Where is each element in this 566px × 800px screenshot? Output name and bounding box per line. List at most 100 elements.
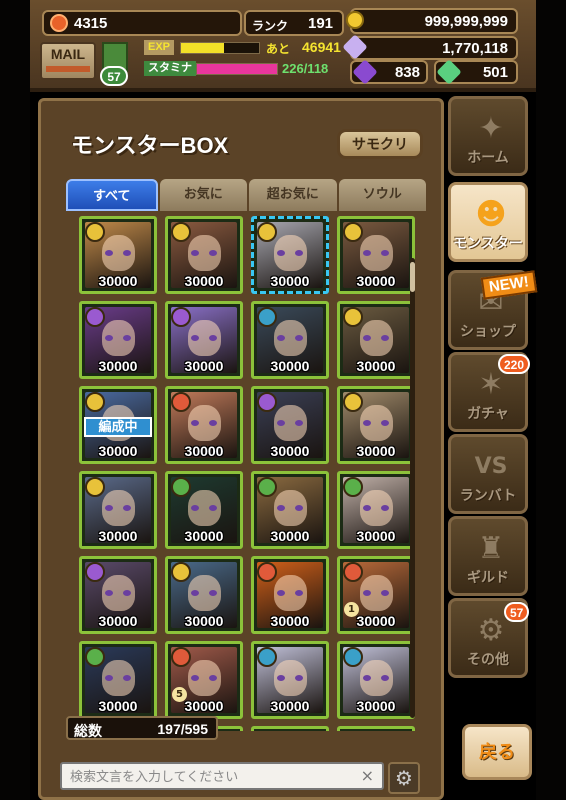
card-value: 30000 <box>184 698 224 714</box>
card-value: 30000 <box>356 613 396 629</box>
card-value: 30000 <box>356 528 396 544</box>
monster-card[interactable]: 30000 <box>165 556 243 634</box>
card-value: 30000 <box>184 358 224 374</box>
clear-icon[interactable]: × <box>361 766 374 785</box>
monster-card[interactable]: 30000 <box>251 471 329 549</box>
crystal-count: 1,770,118 <box>442 40 508 57</box>
guild-castle-icon: ♜ <box>477 531 505 566</box>
game-screen: 4315 ランク 191 999,999,999 1,770,118 838 5… <box>0 0 566 800</box>
monster-card[interactable]: 30000 <box>79 556 157 634</box>
tab-all[interactable]: すべて <box>66 179 158 211</box>
monster-card[interactable]: 30000 <box>251 386 329 464</box>
monster-card[interactable] <box>251 726 329 731</box>
monster-eyes <box>276 504 304 511</box>
monster-card[interactable]: 30000 <box>251 216 329 294</box>
card-value: 30000 <box>98 613 138 629</box>
card-value: 30000 <box>98 273 138 289</box>
nav-gacha-label: ガチャ <box>467 405 509 421</box>
tab-super-favorites[interactable]: 超お気に <box>249 179 337 211</box>
card-value: 30000 <box>98 443 138 459</box>
monster-eyes <box>190 334 218 341</box>
settings-gear-icon[interactable]: ⚙ <box>388 762 420 794</box>
card-value: 30000 <box>184 528 224 544</box>
home-icon: ✦ <box>478 111 504 146</box>
purple-gem-panel: 838 <box>350 59 428 85</box>
monster-card[interactable]: 30000 <box>337 386 415 464</box>
rank-value: 191 <box>308 15 334 32</box>
grid-scrollbar[interactable] <box>410 258 415 718</box>
monster-eyes <box>362 249 390 256</box>
monster-card[interactable]: 30000 <box>165 471 243 549</box>
monster-card[interactable]: 5 30000 <box>165 641 243 719</box>
nav-guild[interactable]: ♜ ギルド <box>448 516 528 596</box>
monster-card[interactable]: 30000 <box>251 641 329 719</box>
element-icon <box>343 647 363 667</box>
element-icon <box>85 647 105 667</box>
monster-eyes <box>362 674 390 681</box>
monster-eyes <box>190 504 218 511</box>
filter-tabs: すべて お気に 超お気に ソウル <box>66 179 426 211</box>
element-icon <box>171 647 191 667</box>
monster-eyes <box>190 674 218 681</box>
monster-card[interactable]: 30000 <box>79 641 157 719</box>
mail-envelope-icon <box>46 66 90 72</box>
mail-button[interactable]: MAIL <box>40 42 96 80</box>
monster-card[interactable]: 30000 <box>79 301 157 379</box>
monster-card[interactable]: 30000 <box>251 301 329 379</box>
monster-card[interactable]: 30000 <box>165 216 243 294</box>
monster-card[interactable]: 30000 <box>165 386 243 464</box>
green-gem-icon <box>436 59 462 85</box>
exp-bar-fill <box>181 43 224 53</box>
gold-count: 999,999,999 <box>424 13 508 30</box>
nav-rank-battle[interactable]: VS ランバト <box>448 434 528 514</box>
monster-box-panel: モンスターBOX サモクリ すべて お気に 超お気に ソウル 30000 3000… <box>38 98 444 800</box>
nav-home[interactable]: ✦ ホーム <box>448 96 528 176</box>
summon-button[interactable]: サモクリ <box>337 129 423 159</box>
monster-eyes <box>104 589 132 596</box>
tab-favorites[interactable]: お気に <box>159 179 247 211</box>
card-value: 30000 <box>98 358 138 374</box>
monster-card[interactable]: 編成中 30000 <box>79 386 157 464</box>
monster-card[interactable]: 30000 <box>337 641 415 719</box>
monster-card[interactable]: 30000 <box>79 216 157 294</box>
monster-card[interactable]: 30000 <box>337 471 415 549</box>
nav-rank-battle-label: ランバト <box>459 487 517 503</box>
green-gem-panel: 501 <box>434 59 518 85</box>
monster-card[interactable]: 30000 <box>337 216 415 294</box>
stamina-label: スタミナ <box>144 61 196 76</box>
tab-soul[interactable]: ソウル <box>338 179 426 211</box>
monster-card[interactable]: 30000 <box>337 301 415 379</box>
card-value: 30000 <box>270 698 310 714</box>
gold-coin-icon <box>346 11 364 29</box>
card-value: 30000 <box>184 273 224 289</box>
card-value: 30000 <box>270 273 310 289</box>
element-icon <box>85 477 105 497</box>
page-title: モンスターBOX <box>71 133 229 158</box>
monster-eyes <box>362 419 390 426</box>
monster-card[interactable]: 30000 <box>165 301 243 379</box>
monster-card[interactable]: 30000 <box>79 471 157 549</box>
gold-panel: 999,999,999 <box>346 8 518 34</box>
monster-card[interactable]: 30000 <box>251 556 329 634</box>
monster-eyes <box>362 334 390 341</box>
mail-label: MAIL <box>50 46 86 62</box>
card-value: 30000 <box>356 273 396 289</box>
exp-bar <box>180 42 260 54</box>
crystal-panel: 1,770,118 <box>342 34 518 60</box>
monster-card[interactable]: 1 30000 <box>337 556 415 634</box>
monster-card[interactable] <box>337 726 415 731</box>
monster-eyes <box>190 589 218 596</box>
back-button[interactable]: 戻る <box>462 724 532 780</box>
grid-scroll-thumb[interactable] <box>410 262 415 292</box>
element-icon <box>171 392 191 412</box>
element-icon <box>257 222 277 242</box>
element-icon <box>171 307 191 327</box>
stamina-bar <box>196 63 278 75</box>
in-party-badge: 編成中 <box>84 417 152 437</box>
search-input[interactable] <box>70 767 350 787</box>
purple-gem-icon <box>352 59 378 85</box>
total-value: 197/595 <box>157 721 208 737</box>
nav-monster[interactable]: ☻ モンスター <box>448 182 528 262</box>
monster-eyes <box>104 674 132 681</box>
monster-grid: 30000 30000 30000 30000 30000 30000 30000 30000… <box>79 216 415 731</box>
